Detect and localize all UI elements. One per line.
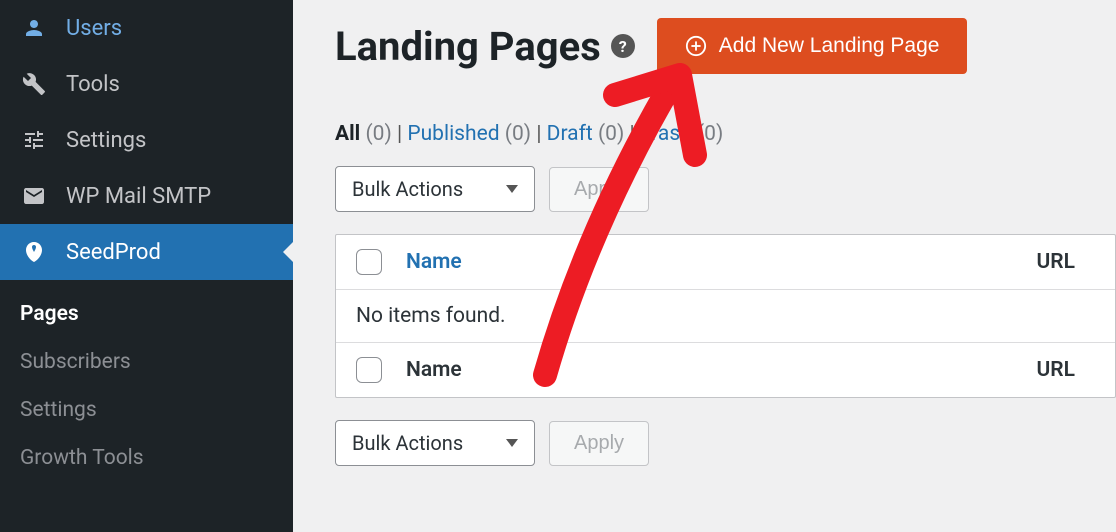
filter-draft[interactable]: Draft [547,122,593,146]
table-footer-row: Name URL [336,343,1115,397]
bulk-apply-button[interactable]: Apply [549,167,649,212]
bulk-actions-select[interactable]: Bulk Actions [335,166,535,212]
submenu-item-pages[interactable]: Pages [0,290,293,338]
submenu-item-subscribers[interactable]: Subscribers [0,338,293,386]
submenu-item-settings[interactable]: Settings [0,386,293,434]
sidebar-item-label: WP Mail SMTP [66,184,211,209]
sidebar-item-label: SeedProd [66,240,161,265]
plus-circle-icon [685,35,707,57]
page-header: Landing Pages ? Add New Landing Page [335,18,1116,74]
table-empty-row: No items found. [336,290,1115,343]
add-new-landing-page-button[interactable]: Add New Landing Page [657,18,968,74]
sidebar-item-tools[interactable]: Tools [0,56,293,112]
status-filters: All (0) | Published (0) | Draft (0) | Tr… [335,122,1116,146]
bulk-actions-top: Bulk Actions Apply [335,166,1116,212]
sliders-icon [20,126,48,154]
help-icon[interactable]: ? [611,34,635,58]
column-footer-name: Name [406,358,1037,382]
filter-trash[interactable]: Trash [639,122,691,146]
sidebar-item-label: Settings [66,128,146,153]
bulk-actions-select-bottom[interactable]: Bulk Actions [335,420,535,466]
landing-pages-table: Name URL No items found. Name URL [335,234,1116,398]
sidebar-item-label: Tools [66,72,120,97]
table-header-row: Name URL [336,235,1115,290]
bulk-apply-button-bottom[interactable]: Apply [549,421,649,466]
page-title: Landing Pages ? [335,23,635,70]
select-all-checkbox-top[interactable] [356,249,382,275]
wp-admin-sidebar: Users Tools Settings WP Mail SMTP SeedPr… [0,0,293,532]
filter-published[interactable]: Published [407,122,499,146]
wrench-icon [20,70,48,98]
sidebar-item-users[interactable]: Users [0,0,293,56]
users-icon [20,14,48,42]
column-footer-url: URL [1037,358,1095,382]
sidebar-item-settings[interactable]: Settings [0,112,293,168]
filter-all[interactable]: All [335,122,365,146]
submenu-item-growth-tools[interactable]: Growth Tools [0,434,293,482]
select-all-checkbox-bottom[interactable] [356,357,382,383]
sidebar-item-label: Users [66,16,122,41]
sidebar-item-wp-mail-smtp[interactable]: WP Mail SMTP [0,168,293,224]
seedprod-icon [20,238,48,266]
sidebar-item-seedprod[interactable]: SeedProd [0,224,293,280]
main-content: Landing Pages ? Add New Landing Page All… [293,0,1116,532]
mail-icon [20,182,48,210]
bulk-actions-bottom: Bulk Actions Apply [335,420,1116,466]
column-header-url: URL [1037,250,1095,274]
column-header-name[interactable]: Name [406,250,1037,274]
seedprod-submenu: Pages Subscribers Settings Growth Tools [0,280,293,496]
